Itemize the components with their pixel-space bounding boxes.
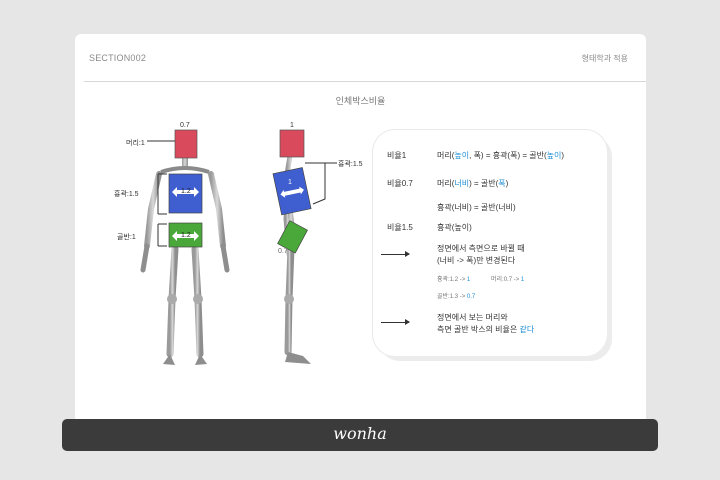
side-top-value: 1 — [290, 122, 294, 129]
side-head-box — [279, 129, 305, 158]
ratio-info-panel: 비율1 머리(높이, 폭) = 흉곽(폭) = 골반(높이) 비율0.7 머리(… — [373, 130, 607, 356]
side-chest-label: 흉곽:1.5 — [338, 161, 363, 168]
footer-bar: wonha — [62, 419, 658, 451]
change-pelvis: 골반:1.3 -> 0.7 — [437, 294, 476, 300]
ratio-key-1: 비율1 — [387, 151, 407, 160]
arrow-right-icon — [381, 251, 410, 257]
change-chest: 흉곽:1.2 -> 1 — [437, 277, 471, 283]
note-1-line-2: (너비 -> 폭)만 변경된다 — [437, 256, 516, 265]
ratio-desc-1: 머리(높이, 폭) = 흉곽(폭) = 골반(높이) — [437, 151, 565, 160]
side-pelvis-value: 0.7 — [278, 248, 288, 255]
note-1-line-1: 정면에서 측면으로 바뀔 때 — [437, 244, 525, 253]
arrow-right-icon — [381, 319, 410, 325]
front-chest-value: 1.2 — [181, 188, 191, 195]
signature-logo: wonha — [333, 424, 387, 443]
ratio-desc-4: 흉곽(높이) — [437, 223, 472, 232]
ratio-desc-3: 흉곽(너비) = 골반(너비) — [437, 203, 516, 212]
front-top-value: 0.7 — [180, 122, 190, 129]
side-chest-box — [272, 167, 312, 216]
ratio-key-4: 비율1.5 — [387, 223, 413, 232]
front-head-label: 머리:1 — [126, 140, 145, 147]
front-head-box — [174, 129, 198, 159]
content-card: SECTION002 형태학과 적용 인체박스비율 0.7 머리:1 흉곽:1.… — [75, 34, 646, 434]
front-chest-label: 흉곽:1.5 — [114, 191, 139, 198]
front-pelvis-value: 1.2 — [181, 232, 191, 239]
note-2-line-2: 측면 골반 박스의 비율은 같다 — [437, 325, 535, 334]
front-pelvis-label: 골반:1 — [117, 234, 136, 241]
note-2-line-1: 정면에서 보는 머리와 — [437, 313, 508, 322]
ratio-key-2: 비율0.7 — [387, 179, 413, 188]
side-chest-value: 1 — [288, 179, 292, 186]
ratio-desc-2: 머리(너비) = 골반(폭) — [437, 179, 509, 188]
change-head: 머리:0.7 -> 1 — [491, 277, 525, 283]
